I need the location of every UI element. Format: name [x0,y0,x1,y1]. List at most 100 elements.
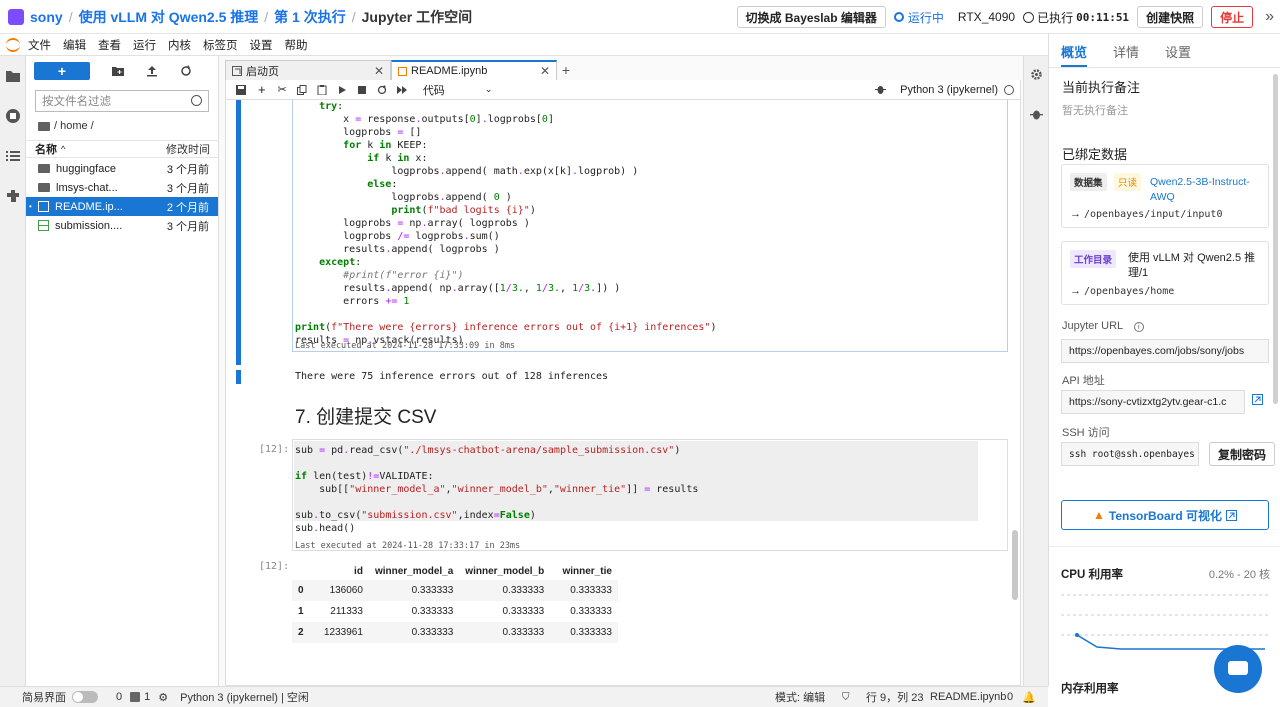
table-row: 2 1233961 0.333333 0.333333 0.333333 [292,622,618,643]
table-cell: 0.333333 [411,606,454,617]
chat-support-icon[interactable] [1214,645,1262,693]
file-row-readme[interactable]: • README.ip... 2 个月前 [26,197,218,216]
extensions-icon[interactable] [5,188,21,204]
table-index-cell: 0 [298,585,304,596]
api-url-field[interactable]: https://sony-cvtizxtg2ytv.gear-c1.c [1061,390,1245,414]
code-cell-input[interactable]: try: x = response.outputs[0].logprobs[0]… [292,100,1008,352]
file-row-lmsys[interactable]: lmsys-chat... 3 个月前 [26,178,218,197]
property-inspector-gear-icon[interactable] [1030,68,1043,81]
executed-time-value: 00:11:51 [1076,10,1130,24]
file-browser-path[interactable]: / home / [38,120,94,132]
file-browser-icon[interactable] [5,68,21,84]
jupyter-url-field[interactable]: https://openbayes.com/jobs/sony/jobs [1061,339,1269,363]
file-modified: 3 个月前 [166,163,209,176]
interrupt-icon[interactable] [357,85,367,95]
kernel-indicator[interactable]: Python 3 (ipykernel) [875,84,1014,96]
file-modified: 3 个月前 [166,182,209,195]
file-filter-input[interactable]: 按文件名过滤 [35,90,209,112]
insert-cell-icon[interactable]: + [258,82,266,97]
new-tab-button[interactable]: + [557,60,575,80]
panel-scrollbar[interactable] [1273,74,1278,404]
breadcrumb-user[interactable]: sony [30,9,63,25]
breadcrumb-execution[interactable]: 第 1 次执行 [274,7,346,27]
table-cell: 0.333333 [570,627,612,638]
file-name: lmsys-chat... [56,181,118,194]
markdown-heading: 7. 创建提交 CSV [295,407,437,428]
bell-icon[interactable]: 🔔 [1022,691,1036,704]
tab-overview[interactable]: 概览 [1061,42,1088,67]
tab-readme[interactable]: README.ipynb ✕ [391,60,557,80]
tab-settings[interactable]: 设置 [1165,42,1191,67]
refresh-icon[interactable] [180,65,192,77]
menu-kernel[interactable]: 内核 [168,37,191,53]
info-icon[interactable]: i [1133,322,1144,332]
executed-label: 已执行 [1037,10,1074,25]
column-modified-header[interactable]: 修改时间 [166,141,210,157]
dataframe-output: id winner_model_a winner_model_b winner_… [292,563,618,643]
file-row-huggingface[interactable]: huggingface 3 个月前 [26,159,218,178]
run-icon[interactable] [337,85,347,95]
collapse-panel-icon[interactable]: » [1265,8,1274,26]
kernel-count[interactable]: 1 [144,691,150,703]
menu-run[interactable]: 运行 [133,37,156,53]
file-list-header: 名称 ^ 修改时间 [26,140,218,158]
dataset-link[interactable]: Qwen2.5-3B-Instruct-AWQ [1150,175,1266,205]
cut-icon[interactable]: ✂ [278,83,287,96]
cursor-position[interactable]: 行 9，列 23 [866,689,923,705]
file-row-submission[interactable]: submission.... 3 个月前 [26,216,218,235]
cell-type-select[interactable]: 代码 ⌄ [423,82,493,98]
simple-ui-toggle[interactable] [72,691,98,703]
external-link-icon[interactable] [1252,394,1263,405]
paste-icon[interactable] [317,84,327,95]
output-collapser[interactable] [236,370,241,384]
copy-icon[interactable] [296,84,307,95]
restart-run-all-icon[interactable] [396,85,407,95]
close-tab-icon[interactable]: ✕ [374,64,384,78]
switch-editor-button[interactable]: 切换成 Bayeslab 编辑器 [736,6,886,28]
kernel-status[interactable]: Python 3 (ipykernel) | 空闲 [180,689,309,705]
spreadsheet-icon [38,220,49,231]
upload-icon[interactable] [146,65,158,77]
code-text[interactable]: try: x = response.outputs[0].logprobs[0]… [295,100,716,347]
restart-icon[interactable] [377,84,387,95]
menu-file[interactable]: 文件 [28,37,51,53]
tab-bar: 启动页 ✕ README.ipynb ✕ + [225,60,1025,80]
running-sessions-icon[interactable] [5,108,21,124]
close-tab-icon[interactable]: ✕ [540,64,550,78]
menu-settings[interactable]: 设置 [250,37,273,53]
new-folder-icon[interactable] [112,65,124,77]
tab-launcher[interactable]: 启动页 ✕ [225,60,391,80]
ssh-command-field[interactable]: ssh root@ssh.openbayes [1061,442,1199,466]
stop-button[interactable]: 停止 [1211,6,1254,28]
menu-view[interactable]: 查看 [98,37,121,53]
menu-edit[interactable]: 编辑 [63,37,86,53]
gpu-label: RTX_4090 [957,10,1016,24]
breadcrumb-project[interactable]: 使用 vLLM 对 Qwen2.5 推理 [79,7,259,27]
new-launcher-button[interactable]: + [34,62,90,80]
debugger-bug-icon[interactable] [1030,108,1043,121]
menu-help[interactable]: 帮助 [285,37,308,53]
notebook-scrollbar[interactable] [1012,530,1018,600]
code-text[interactable]: sub = pd.read_csv("./lmsys-chatbot-arena… [295,444,698,535]
table-of-contents-icon[interactable] [5,148,21,164]
file-browser-toolbar: + [34,62,214,80]
cell-collapser[interactable] [236,100,241,365]
menu-tabs[interactable]: 标签页 [203,37,238,53]
tab-details[interactable]: 详情 [1113,42,1139,67]
column-name-header[interactable]: 名称 [35,141,57,157]
terminal-count[interactable]: 0 [116,691,122,703]
notebook-toolbar: + ✂ 代码 ⌄ Python 3 (ipykernel) [225,80,1021,100]
table-cell: 0.333333 [411,627,454,638]
debugger-bug-icon[interactable] [875,84,887,95]
copy-password-button[interactable]: 复制密码 [1209,442,1276,466]
code-cell-input[interactable]: sub = pd.read_csv("./lmsys-chatbot-arena… [292,439,1008,551]
tensorboard-button[interactable]: ▲ TensorBoard 可视化 [1061,500,1269,530]
notification-count[interactable]: 0 [1007,691,1013,703]
table-header-cell: winner_model_a [374,566,454,577]
current-note-title: 当前执行备注 [1062,80,1141,95]
save-icon[interactable] [236,84,246,95]
create-snapshot-button[interactable]: 创建快照 [1137,6,1204,28]
running-status: 运行中 [893,9,944,26]
file-name: submission.... [55,219,123,232]
cpu-usage-range: 0.2% - 20 核 [1208,569,1270,581]
